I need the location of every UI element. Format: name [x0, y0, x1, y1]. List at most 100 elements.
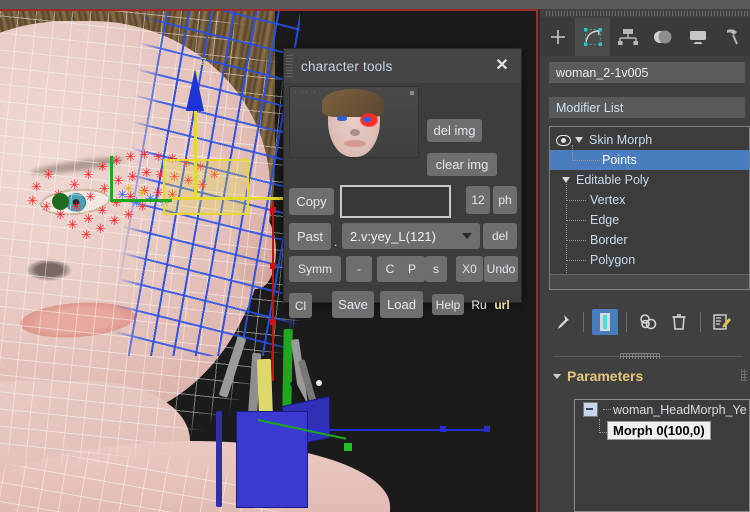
stack-item-label: Polygon [590, 253, 636, 267]
show-end-result-button[interactable] [592, 309, 618, 335]
clear-img-button[interactable]: clear img [427, 153, 497, 176]
morph-list-item-parent[interactable]: woman_HeadMorph_Ye [575, 400, 749, 419]
gizmo-x-axis[interactable] [110, 199, 172, 202]
paste-button[interactable]: Past [289, 223, 331, 250]
object-name-field[interactable]: woman_2-1v005 [549, 62, 745, 83]
toolbar-separator [626, 312, 627, 332]
bone-chain-red-line [272, 201, 274, 381]
gizmo-x-axis-vertical[interactable] [110, 156, 113, 202]
gizmo-center-handle[interactable] [52, 193, 69, 210]
preview-marker-dots: · ·· · [294, 90, 318, 96]
modifier-stack[interactable]: Skin Morph Points Editable Poly Vertex E… [549, 126, 750, 290]
morph-selection-box[interactable] [163, 159, 249, 215]
application-window: ✳ ✳ ✳ ✳ ✳ ✳ ✳ ✳ ✳ ✳ ✳ ✳ ✳ ✳ ✳ ✳ ✳ ✳ ✳ ✳ [0, 0, 750, 512]
remove-modifier-button[interactable] [666, 309, 692, 335]
stack-item-label: Points [602, 153, 637, 167]
rollout-dots-icon [741, 369, 747, 381]
bone-blue-box [236, 411, 308, 508]
help-button[interactable]: Help [432, 294, 464, 315]
pin-stack-button[interactable] [549, 309, 575, 335]
preview-hair [322, 89, 384, 117]
save-button[interactable]: Save [332, 291, 374, 318]
stack-item-border[interactable]: Border [550, 223, 749, 250]
morph-target-dropdown-value: 2.v:yey_L(121) [350, 228, 436, 244]
chevron-down-icon [462, 233, 472, 239]
s-button[interactable]: s [425, 256, 447, 282]
pin-stack-icon [557, 315, 569, 329]
tab-utilities[interactable] [715, 18, 750, 56]
gizmo-z-arrow[interactable] [186, 69, 204, 111]
stack-item-label: Skin Morph [589, 133, 653, 147]
stack-item-editable-poly[interactable]: Editable Poly [550, 170, 749, 190]
load-button[interactable]: Load [380, 291, 423, 318]
tree-connector-icon [556, 223, 590, 247]
dot-separator-label: . [334, 235, 338, 249]
stack-item-vertex[interactable]: Vertex [550, 183, 749, 210]
stack-item-label: Vertex [590, 193, 626, 207]
frame-12-button[interactable]: 12 [466, 186, 490, 214]
bone-blue-axis-line [300, 429, 490, 431]
configure-modifier-sets-icon [713, 314, 731, 330]
tab-modify[interactable] [575, 18, 610, 56]
chevron-down-icon[interactable] [553, 373, 561, 379]
tree-connector-icon [599, 432, 607, 434]
mesh-wireframe-shoulder [0, 431, 420, 512]
character-preview-image[interactable]: · ·· · [289, 86, 419, 158]
minus-button[interactable]: - [346, 256, 372, 282]
command-panel-grip-icon[interactable] [546, 11, 750, 16]
modifier-stack-footer [550, 274, 749, 289]
ru-language-button[interactable]: Ru [468, 294, 490, 315]
modifier-stack-toolbar[interactable] [549, 305, 750, 339]
bone-node [270, 207, 276, 213]
dialog-title-bar[interactable]: character tools ✕ [284, 49, 521, 83]
del-img-button[interactable]: del img [427, 119, 482, 142]
p-button[interactable]: P [399, 256, 425, 282]
modifier-list-dropdown[interactable]: Modifier List [549, 97, 745, 118]
preview-mouth [344, 140, 366, 147]
tree-connector-icon [556, 243, 590, 267]
close-icon[interactable]: ✕ [493, 57, 511, 75]
stack-item-label: Edge [590, 213, 620, 227]
url-link-button[interactable]: url [491, 294, 513, 315]
stack-item-edge[interactable]: Edge [550, 203, 749, 230]
delete-morph-button[interactable]: del [483, 223, 517, 249]
morph-target-dropdown[interactable]: 2.v:yey_L(121) [342, 223, 480, 249]
stack-item-skin-morph[interactable]: Skin Morph [550, 130, 749, 150]
configure-modifier-sets-button[interactable] [709, 309, 735, 335]
parameters-rollout-title: Parameters [567, 368, 644, 384]
parameters-rollout-header[interactable]: Parameters [553, 365, 749, 387]
morph-name-input[interactable] [340, 185, 451, 218]
preview-nose [350, 129, 360, 136]
morph-target-list[interactable]: woman_HeadMorph_Ye Morph 0(100,0) [574, 399, 750, 512]
symmetry-button[interactable]: Symm [289, 256, 341, 282]
tab-hierarchy[interactable] [610, 18, 645, 56]
make-unique-button[interactable] [635, 309, 661, 335]
tab-create[interactable] [540, 18, 575, 56]
command-panel-tabs[interactable] [540, 18, 750, 56]
character-tools-dialog[interactable]: character tools ✕ · ·· · del img clear i… [283, 48, 522, 318]
collapse-minus-icon[interactable] [583, 402, 598, 417]
tab-display[interactable] [680, 18, 715, 56]
copy-button[interactable]: Copy [289, 188, 334, 215]
tab-motion[interactable] [645, 18, 680, 56]
chevron-down-icon[interactable] [562, 177, 570, 183]
bone-blue-node [484, 426, 490, 432]
ph-button[interactable]: ph [493, 186, 517, 214]
x0-button[interactable]: X0 [456, 256, 483, 282]
stack-item-polygon[interactable]: Polygon [550, 243, 749, 270]
bone-green-handle[interactable] [344, 443, 352, 451]
rollout-grip-icon[interactable] [620, 353, 660, 359]
bone-blue-strip [216, 411, 222, 507]
clear-button[interactable]: Cl [289, 293, 312, 318]
preview-eye-right [363, 117, 371, 122]
top-toolbar-strip [0, 0, 750, 9]
stack-item-points[interactable]: Points [550, 144, 749, 170]
gizmo-z-label: Z [200, 57, 207, 68]
dialog-title: character tools [301, 58, 393, 74]
tree-connector-icon [603, 408, 611, 411]
morph-list-item-selected[interactable]: Morph 0(100,0) [607, 421, 711, 440]
motion-circle-icon [653, 30, 671, 44]
eye-icon[interactable] [556, 134, 571, 146]
chevron-down-icon[interactable] [575, 137, 583, 143]
undo-button[interactable]: Undo [484, 256, 518, 282]
